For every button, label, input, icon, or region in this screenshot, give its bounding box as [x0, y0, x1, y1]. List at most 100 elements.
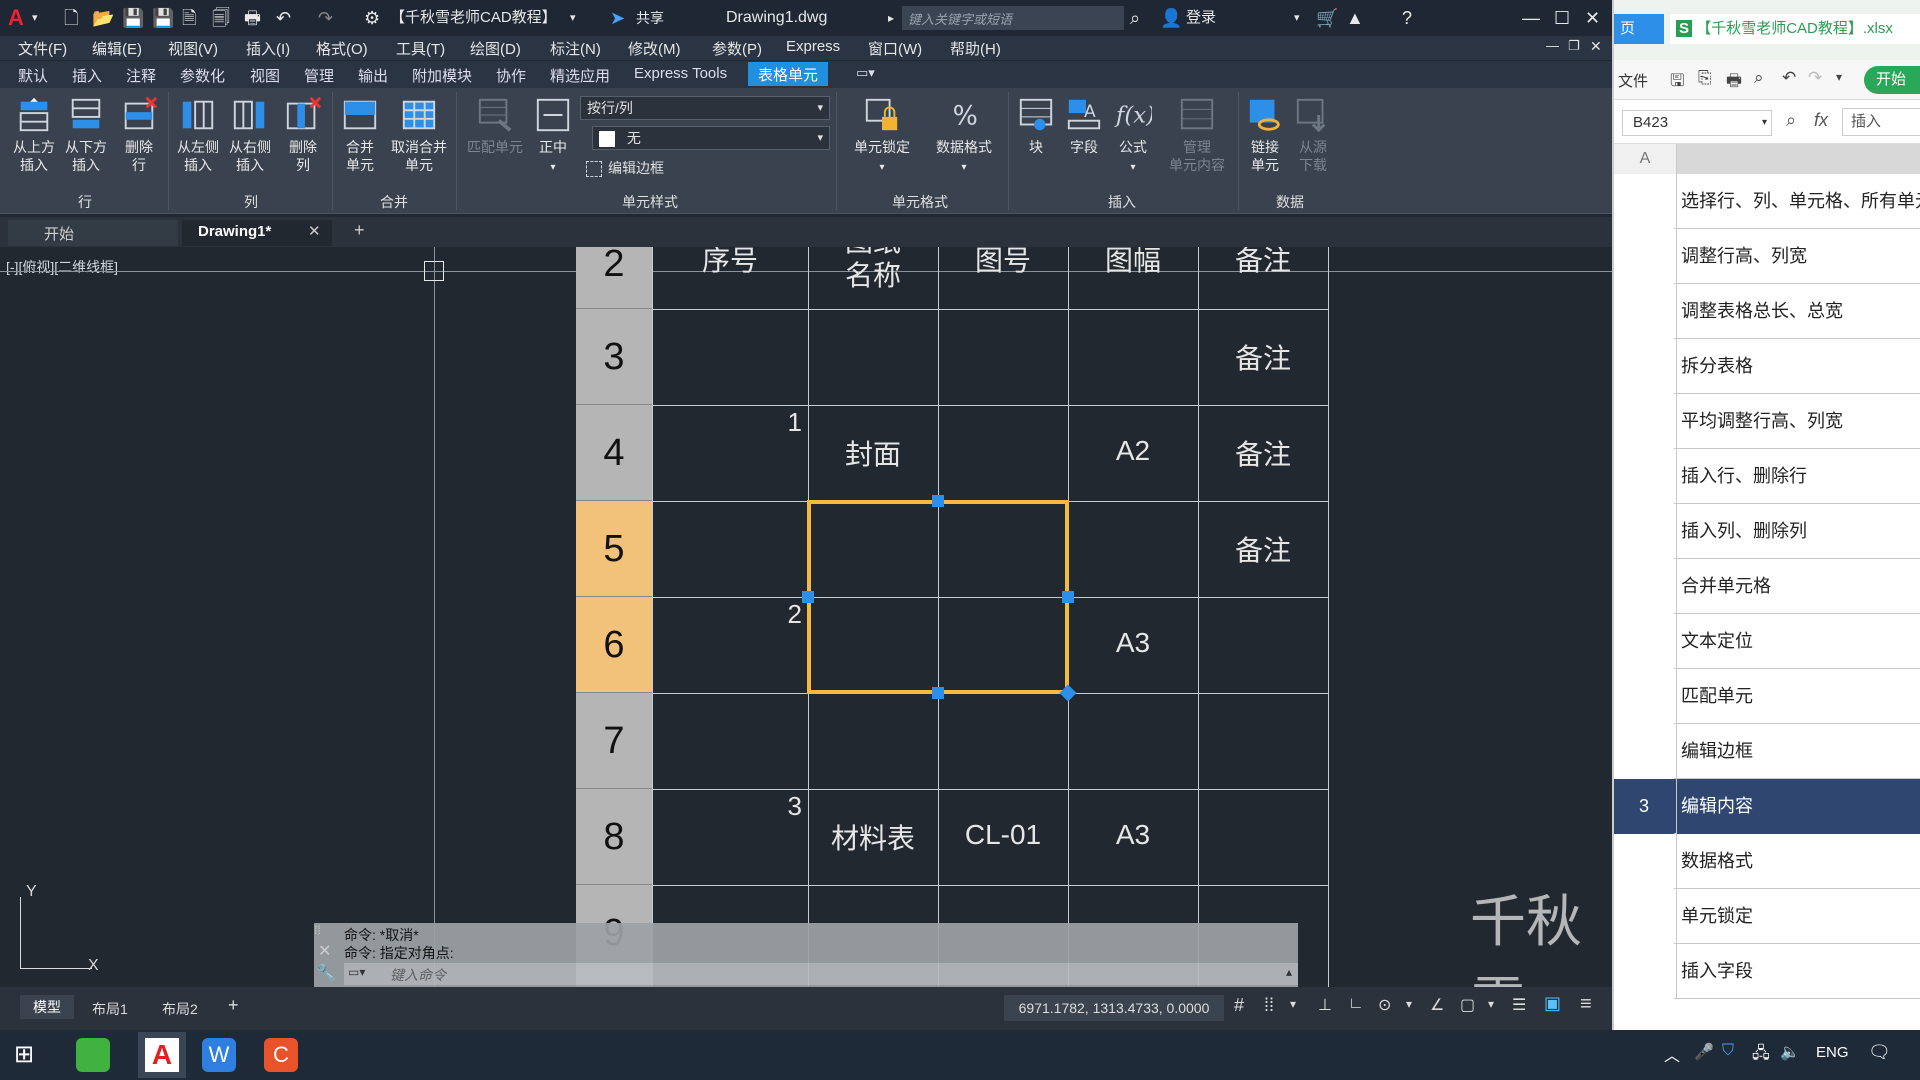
search-box[interactable]: 键入关键字或短语 [902, 6, 1124, 30]
selection-grip[interactable] [1062, 591, 1074, 603]
excel-cell[interactable]: 拆分表格 [1676, 339, 1920, 394]
excel-format-painter-icon[interactable]: ⎘ [1698, 68, 1712, 88]
menu-modify[interactable]: 修改(M) [628, 38, 681, 59]
polar-tracking-icon[interactable]: ⊙ [1378, 995, 1391, 1015]
excel-row[interactable]: 选择行、列、单元格、所有单元格 [1614, 174, 1920, 229]
excel-cell[interactable]: 编辑边框 [1676, 724, 1920, 779]
snap-dropdown-icon[interactable]: ▾ [1290, 997, 1296, 1011]
tab-annotate[interactable]: 注释 [126, 65, 156, 86]
shield-icon[interactable]: ⛉ [1722, 1042, 1734, 1060]
layout-tab-layout2[interactable]: 布局2 [162, 999, 198, 1019]
excel-print-icon[interactable]: 🖶 [1726, 68, 1742, 97]
excel-cell[interactable]: 平均调整行高、列宽 [1676, 394, 1920, 449]
excel-row[interactable]: 数据格式 [1614, 834, 1920, 889]
excel-start-button[interactable]: 开始 [1864, 66, 1920, 94]
merge-cells-button[interactable]: 合并 单元 [336, 96, 384, 174]
unmerge-cells-button[interactable]: 取消合并 单元 [386, 96, 452, 174]
cell-lock-dropdown-icon[interactable]: ▾ [879, 162, 884, 173]
download-source-button[interactable]: 从源 下载 [1290, 96, 1336, 174]
table-cell[interactable]: 封面 [808, 433, 938, 473]
excel-file-menu[interactable]: 文件 [1618, 70, 1648, 91]
excel-insert-field[interactable]: 插入 [1842, 108, 1920, 136]
excel-cell[interactable]: 文本定位 [1676, 614, 1920, 669]
excel-home-tab[interactable]: 页 [1614, 14, 1664, 44]
menu-window[interactable]: 窗口(W) [868, 38, 922, 59]
customize-status-icon[interactable]: ≡ [1580, 993, 1592, 1016]
table-cell[interactable]: 备注 [1198, 529, 1328, 569]
grid-icon[interactable]: # [1234, 995, 1244, 1016]
tab-table-cell[interactable]: 表格单元 [748, 62, 829, 86]
menu-file[interactable]: 文件(F) [18, 38, 67, 59]
excel-row[interactable]: 调整表格总长、总宽 [1614, 284, 1920, 339]
table-cell[interactable]: 材料表 [808, 817, 938, 857]
input-language[interactable]: ENG [1816, 1044, 1849, 1061]
infer-constraints-icon[interactable]: ⊥ [1318, 995, 1332, 1015]
excel-cell[interactable]: 插入列、删除列 [1676, 504, 1920, 559]
workspace-switcher[interactable]: 【千秋雪老师CAD教程】 [390, 6, 557, 30]
excel-row[interactable]: 插入字段 [1614, 944, 1920, 999]
delete-col-button[interactable]: 删除列 [278, 96, 328, 174]
volume-icon[interactable]: 🔈 [1780, 1042, 1800, 1062]
formula-dropdown-icon[interactable]: ▾ [1130, 162, 1135, 173]
excel-cell[interactable]: 插入字段 [1676, 944, 1920, 999]
plot-icon[interactable]: 🗎 [182, 6, 196, 30]
tab-addins[interactable]: 附加模块 [412, 65, 472, 86]
close-icon[interactable]: ✕ [1585, 6, 1600, 30]
row-header-7[interactable]: 7 [576, 693, 652, 789]
excel-row[interactable]: 合并单元格 [1614, 559, 1920, 614]
excel-cell[interactable]: 单元锁定 [1676, 889, 1920, 944]
excel-cell[interactable]: 选择行、列、单元格、所有单元格 [1676, 174, 1920, 229]
workspace-dropdown-icon[interactable]: ▾ [570, 6, 576, 30]
microphone-icon[interactable]: 🎤 [1694, 1042, 1714, 1062]
excel-row[interactable]: 插入列、删除列 [1614, 504, 1920, 559]
excel-undo-icon[interactable]: ↶ [1782, 68, 1796, 88]
excel-row[interactable]: 插入行、删除行 [1614, 449, 1920, 504]
title-expand-icon[interactable]: ▸ [888, 6, 894, 30]
ribbon-options-icon[interactable]: ▭▾ [856, 65, 875, 81]
table-cell[interactable]: 备注 [1198, 433, 1328, 473]
tray-expand-icon[interactable]: ︿ [1664, 1042, 1680, 1066]
save-as-icon[interactable]: 💾 [152, 6, 174, 30]
command-close-icon[interactable]: ✕ [318, 941, 331, 961]
excel-cell[interactable]: 调整行高、列宽 [1676, 229, 1920, 284]
command-grip-icon[interactable]: ⁞⁞ [314, 923, 321, 937]
publish-icon[interactable]: 🗐 [212, 6, 230, 30]
lineweight-icon[interactable]: ☰ [1512, 995, 1526, 1015]
menu-insert[interactable]: 插入(I) [246, 38, 290, 59]
autocad-taskbar-button[interactable]: A [138, 1032, 186, 1078]
layout-tab-layout1[interactable]: 布局1 [92, 999, 128, 1019]
excel-row[interactable]: 匹配单元 [1614, 669, 1920, 724]
layout-tab-model[interactable]: 模型 [20, 995, 74, 1019]
undo-icon[interactable]: ↶ [276, 6, 291, 30]
menu-parametric[interactable]: 参数(P) [712, 38, 762, 59]
excel-cell[interactable]: 编辑内容 [1676, 779, 1920, 834]
isodraft-icon[interactable]: ∠ [1430, 995, 1444, 1015]
excel-fx-label[interactable]: fx [1814, 110, 1828, 131]
print-icon[interactable]: 🖶 [244, 6, 261, 30]
tab-close-icon[interactable]: ✕ [308, 222, 321, 240]
wps-icon[interactable]: W [202, 1038, 236, 1072]
open-file-icon[interactable]: 📂 [92, 6, 114, 30]
excel-column-header-b[interactable] [1676, 144, 1920, 174]
row-header-4[interactable]: 4 [576, 405, 652, 501]
table-cell[interactable]: CL-01 [938, 819, 1068, 851]
excel-more-icon[interactable]: ▾ [1836, 70, 1842, 84]
tab-insert[interactable]: 插入 [72, 65, 102, 86]
cell-lock-button[interactable]: 单元锁定 ▾ [846, 96, 918, 177]
tab-parametric[interactable]: 参数化 [180, 65, 225, 86]
viewport-controls-label[interactable]: [-][俯视][二维线框] [6, 257, 118, 277]
new-tab-plus-icon[interactable]: + [354, 220, 365, 241]
excel-row[interactable]: 编辑边框 [1614, 724, 1920, 779]
drawing-viewport[interactable]: [-][俯视][二维线框] 2 3 4 5 6 7 8 9 [0, 247, 1612, 987]
maximize-icon[interactable]: ☐ [1554, 6, 1570, 30]
header-cell-drawing-name[interactable]: 图纸名称 [838, 247, 908, 293]
header-cell-drawing-number[interactable]: 图号 [938, 247, 1068, 279]
workspace-gear-icon[interactable]: ⚙ [364, 6, 380, 30]
menu-tools[interactable]: 工具(T) [396, 38, 445, 59]
autodesk-icon[interactable]: ▲ [1346, 6, 1364, 30]
snap-icon[interactable]: ⁞⁞ [1264, 995, 1274, 1016]
insert-above-button[interactable]: 从上方 插入 [8, 96, 60, 174]
excel-row[interactable]: 单元锁定 [1614, 889, 1920, 944]
redo-icon[interactable]: ↷ [318, 6, 333, 30]
menu-dimension[interactable]: 标注(N) [550, 38, 601, 59]
